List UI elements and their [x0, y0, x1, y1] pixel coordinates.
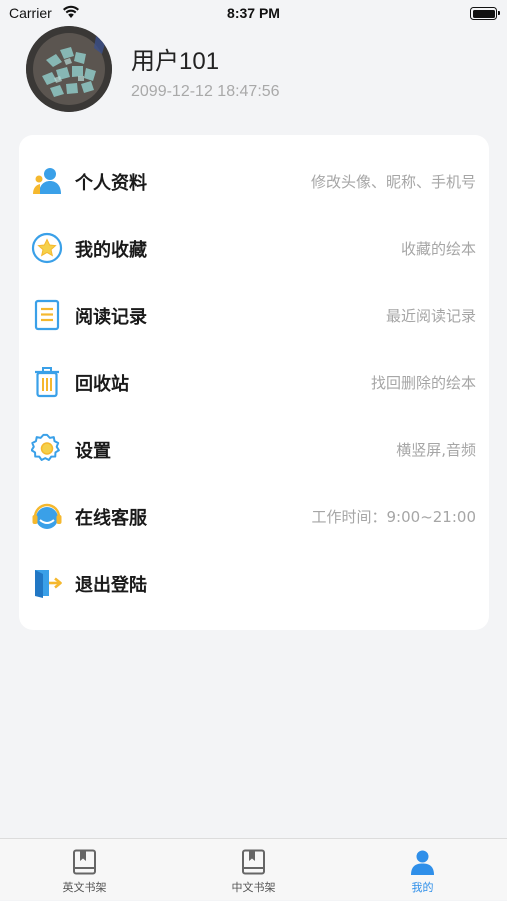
tab-bar: 英文书架 中文书架 我的 — [0, 838, 507, 900]
tab-label: 我的 — [411, 881, 434, 894]
menu-item-label: 我的收藏 — [75, 240, 147, 261]
menu-item-recycle-bin[interactable]: 回收站 找回删除的绘本 — [19, 348, 489, 415]
menu-item-label: 退出登陆 — [75, 575, 147, 596]
avatar-photo — [26, 26, 112, 112]
gear-icon — [31, 433, 60, 461]
menu-item-hint: 收藏的绘本 — [400, 240, 476, 258]
menu-item-hint: 修改头像、昵称、手机号 — [310, 173, 476, 191]
tab-label: 中文书架 — [231, 881, 276, 894]
person-icon — [33, 168, 61, 194]
book-icon — [242, 849, 265, 875]
logout-icon — [35, 570, 62, 598]
menu-item-hint: 找回删除的绘本 — [370, 374, 476, 392]
tab-english-shelf[interactable]: 英文书架 — [0, 839, 169, 901]
menu-item-favorites[interactable]: 我的收藏 收藏的绘本 — [19, 214, 489, 281]
tab-mine[interactable]: 我的 — [338, 839, 507, 901]
menu-item-profile[interactable]: 个人资料 修改头像、昵称、手机号 — [19, 147, 489, 214]
menu-item-label: 个人资料 — [75, 173, 147, 194]
menu-item-hint: 横竖屏,音频 — [396, 441, 476, 459]
menu-item-label: 阅读记录 — [75, 307, 147, 328]
status-bar: Carrier 8:37 PM — [0, 0, 507, 28]
menu-item-label: 设置 — [75, 441, 111, 462]
battery-icon — [470, 7, 500, 20]
menu-item-hint: 工作时间：9:00~21:00 — [311, 508, 476, 526]
person-icon — [411, 850, 434, 875]
user-timestamp: 2099-12-12 18:47:56 — [131, 83, 280, 100]
profile-header: 用户101 2099-12-12 18:47:56 — [0, 26, 507, 116]
star-icon — [31, 232, 63, 264]
trash-icon — [35, 367, 59, 398]
avatar[interactable] — [26, 26, 112, 112]
menu-item-settings[interactable]: 设置 横竖屏,音频 — [19, 415, 489, 482]
clock: 8:37 PM — [227, 5, 280, 21]
document-icon — [34, 299, 60, 331]
menu-item-label: 回收站 — [75, 374, 129, 395]
tab-label: 英文书架 — [62, 881, 107, 894]
tab-chinese-shelf[interactable]: 中文书架 — [169, 839, 338, 901]
menu-card: 个人资料 修改头像、昵称、手机号 我的收藏 收藏的绘本 阅读记录 最近阅读记录 … — [19, 135, 489, 630]
menu-item-logout[interactable]: 退出登陆 — [19, 549, 489, 616]
headset-icon — [32, 503, 62, 529]
menu-item-reading-history[interactable]: 阅读记录 最近阅读记录 — [19, 281, 489, 348]
menu-item-customer-service[interactable]: 在线客服 工作时间：9:00~21:00 — [19, 482, 489, 549]
book-icon — [73, 849, 96, 875]
user-name: 用户101 — [131, 48, 220, 75]
menu-item-label: 在线客服 — [75, 508, 147, 529]
menu-item-hint: 最近阅读记录 — [385, 307, 476, 325]
